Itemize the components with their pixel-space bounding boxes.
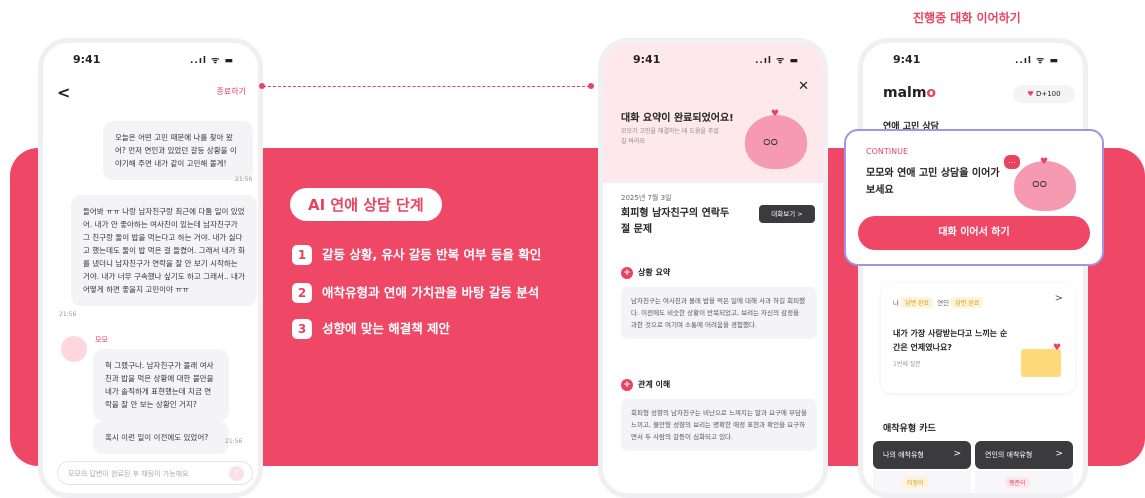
connector-dot — [588, 83, 594, 89]
message-time: 21:56 — [235, 176, 253, 183]
summary-phone: 9:41 ..ıl ᯤ ▬ ✕ 대화 요약이 완료되었어요! 모모가 고민을 해… — [598, 38, 828, 498]
signal-wifi-battery-icon: ..ıl ᯤ ▬ — [1015, 56, 1059, 66]
summary-title: 회피형 남자친구의 연락두절 문제 — [621, 208, 730, 235]
dday-badge[interactable]: ♥ D+100 — [1013, 85, 1075, 103]
section-text: 회피형 성향의 남자친구는 비난으로 느껴지는 말과 요구에 부담을 느끼고, … — [621, 399, 817, 451]
status-bar: 9:41 ..ıl ᯤ ▬ — [43, 53, 258, 71]
chevron-right-icon[interactable]: > — [1055, 293, 1063, 304]
question-number: 1번째 질문 — [893, 361, 921, 368]
question-text: 내가 가장 사랑받는다고 느끼는 순간은 언제였나요? — [893, 329, 1008, 352]
continue-text: 모모와 연애 고민 상담을 이어가 보세요 — [866, 168, 1000, 196]
close-icon[interactable]: ✕ — [798, 79, 809, 94]
signal-wifi-battery-icon: ..ıl ᯤ ▬ — [190, 56, 234, 66]
partner-type-card[interactable]: 연인의 애착유형 > — [975, 441, 1073, 469]
status-bar: 9:41 ..ıl ᯤ ▬ — [603, 53, 823, 71]
continue-card: CONTINUE 모모와 연애 고민 상담을 이어가 보세요 … ᴑᴑ ♥ 대화… — [844, 129, 1104, 266]
envelope-icon — [1021, 349, 1061, 377]
stage-title: AI 연애 상담 단계 — [290, 188, 442, 221]
continue-label: CONTINUE — [866, 147, 909, 156]
status-time: 9:41 — [633, 53, 661, 66]
signal-wifi-battery-icon: ..ıl ᯤ ▬ — [755, 56, 799, 66]
plus-icon: + — [621, 379, 633, 391]
momo-message: 혹시 이런 일이 이전에도 있었어? — [93, 421, 229, 454]
chat-bubble-icon: … — [1004, 155, 1020, 169]
section-heading: + 상황 요약 — [621, 267, 670, 279]
my-type-detail: 러정이 — [873, 471, 971, 493]
heart-icon: ♥ — [771, 109, 780, 119]
momo-message: 헉 그랬구나. 남자친구가 몰래 여사친과 밥을 먹은 상황에 대한 불만을 네… — [93, 349, 229, 421]
glasses-icon: ᴑᴑ — [1032, 177, 1048, 190]
partner-type-detail: 팽준이 — [975, 471, 1073, 493]
end-chat-button[interactable]: 종료하기 — [217, 86, 246, 97]
status-time: 9:41 — [893, 53, 921, 66]
back-icon[interactable]: < — [57, 83, 70, 102]
stage-step: 1 갈등 상황, 유사 갈등 반복 여부 등을 확인 — [292, 244, 541, 265]
continue-caption: 진행중 대화 이어하기 — [913, 11, 1021, 25]
section-heading: + 관계 이해 — [621, 379, 670, 391]
dotted-connector — [263, 86, 590, 87]
summary-subtext: 모모가 고민을 해결하는 데 도움을 주었길 바라요 — [621, 128, 719, 145]
glasses-icon: ᴑᴑ — [763, 135, 779, 148]
momo-avatar — [61, 336, 87, 362]
chevron-right-icon: > — [1055, 449, 1063, 459]
malmo-logo: malmo — [883, 85, 937, 101]
status-time: 9:41 — [73, 53, 101, 66]
stage-step: 2 애착유형과 연애 가치관을 바탕 갈등 분석 — [292, 282, 539, 303]
status-bar: 9:41 ..ıl ᯤ ▬ — [863, 53, 1083, 71]
momo-name: 모모 — [95, 336, 108, 344]
view-chat-button[interactable]: 대화보기 > — [759, 205, 815, 223]
stage-step: 3 성향에 맞는 해결책 제안 — [292, 318, 450, 339]
home-phone: 9:41 ..ıl ᯤ ▬ malmo ♥ D+100 연애 고민 상담 나 답… — [858, 38, 1088, 498]
section-text: 남자친구는 여사친과 몰래 밥을 먹은 일에 대해 사과 하길 회피했다. 이전… — [621, 287, 817, 339]
question-card[interactable]: 나 답변 완료 연인 답변 완료 > 내가 가장 사랑받는다고 느끼는 순간은 … — [881, 283, 1075, 393]
summary-date: 2025년 7월 3일 — [621, 194, 672, 202]
continue-chat-button[interactable]: 대화 이어서 하기 — [858, 216, 1090, 250]
heart-icon: ♥ — [1040, 157, 1049, 167]
chat-phone: 9:41 ..ıl ᯤ ▬ < 종료하기 오늘은 어떤 고민 때문에 나를 찾아… — [38, 38, 263, 498]
chat-input[interactable]: 모모의 답변이 완료된 후 채팅이 가능해요 ↑ — [57, 461, 253, 485]
message-time: 21:56 — [59, 311, 77, 318]
momo-message: 오늘은 어떤 고민 때문에 나를 찾아 왔어? 먼저 연인과 있었던 갈등 상황… — [103, 121, 253, 180]
heart-icon: ♥ — [1053, 343, 1062, 353]
answer-status-row: 나 답변 완료 연인 답변 완료 — [893, 297, 984, 308]
answer-tag: 답변 완료 — [951, 297, 984, 308]
attachment-cards-heading: 애착유형 카드 — [883, 424, 936, 434]
send-icon[interactable]: ↑ — [229, 466, 244, 481]
user-message: 들어봐 ㅠㅠ 나랑 남자친구랑 최근에 다툼 일이 있었어. 내가 안 좋아하는… — [71, 195, 257, 306]
message-time: 21:56 — [225, 438, 243, 445]
chat-input-placeholder: 모모의 답변이 완료된 후 채팅이 가능해요 — [68, 470, 189, 478]
heart-icon: ♥ — [1027, 90, 1034, 98]
connector-dot — [259, 83, 265, 89]
my-type-card[interactable]: 나의 애착유형 > — [873, 441, 971, 469]
chevron-right-icon: > — [953, 449, 961, 459]
answer-tag: 답변 완료 — [901, 297, 934, 308]
summary-heading: 대화 요약이 완료되었어요! — [621, 113, 734, 124]
plus-icon: + — [621, 267, 633, 279]
